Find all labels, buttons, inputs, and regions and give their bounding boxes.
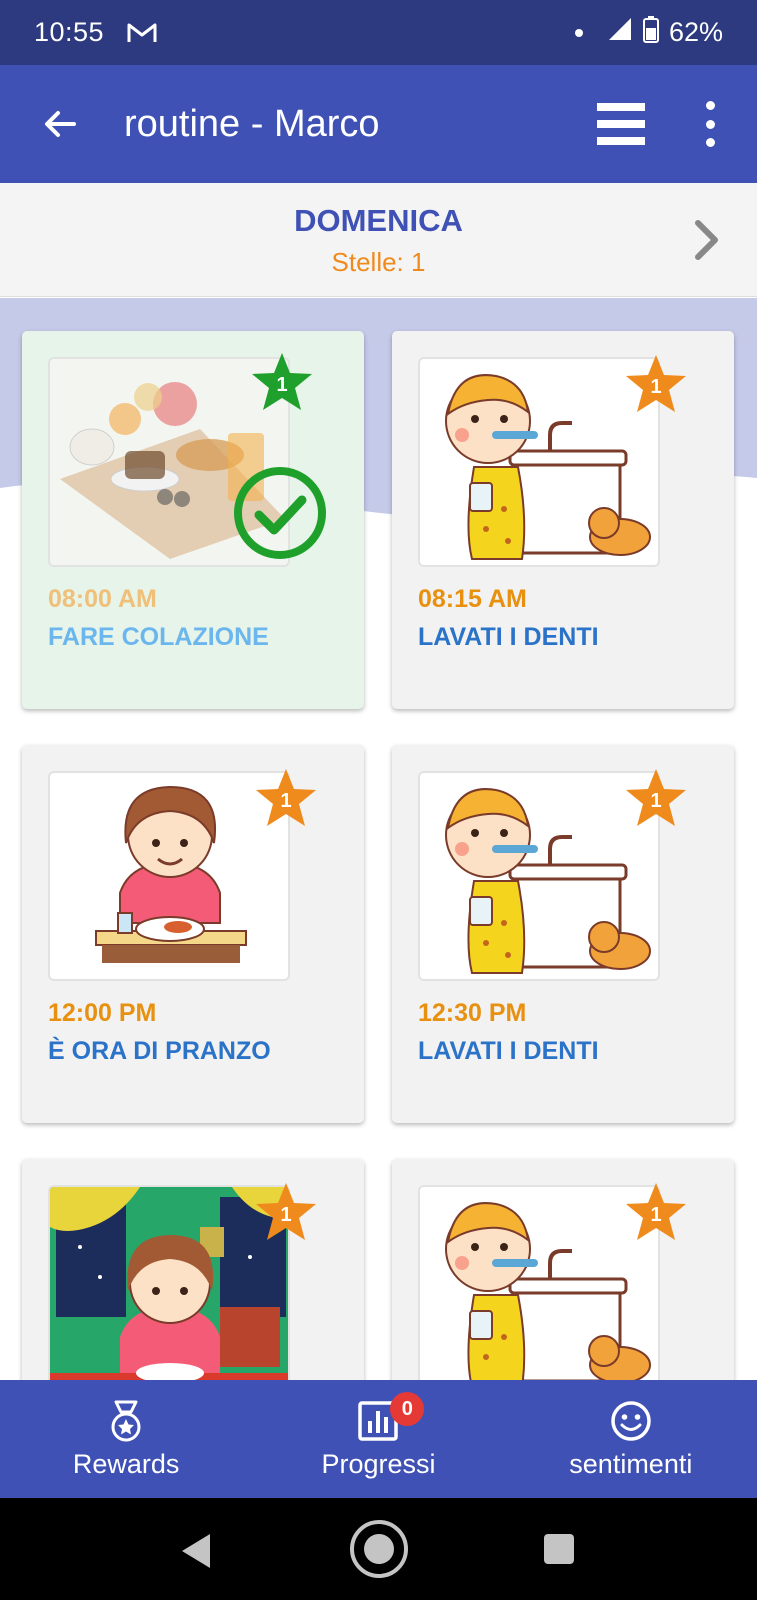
nav-label: sentimenti xyxy=(569,1448,693,1479)
svg-text:1: 1 xyxy=(650,1204,661,1226)
smiley-icon xyxy=(611,1400,651,1441)
task-grid: 1 08:00 AM FARE COLAZIONE 1 08:15 AM LAV… xyxy=(0,298,757,1380)
task-time: 12:30 PM xyxy=(418,999,527,1027)
home-circle-icon[interactable] xyxy=(348,1518,410,1580)
svg-text:1: 1 xyxy=(280,790,291,812)
battery-percent: 62% xyxy=(668,17,723,47)
notification-dot xyxy=(574,28,583,37)
nav-sentimenti[interactable]: sentimenti xyxy=(505,1380,757,1498)
svg-text:1: 1 xyxy=(650,376,661,398)
svg-text:1: 1 xyxy=(650,790,661,812)
app-bar: routine - Marco xyxy=(0,65,757,183)
back-arrow-icon xyxy=(45,111,76,137)
recents-square-icon[interactable] xyxy=(542,1532,576,1566)
medal-icon xyxy=(111,1400,141,1441)
task-time: 08:15 AM xyxy=(418,585,527,613)
bottom-nav: Rewards 0 Progressi sentimenti xyxy=(0,1380,757,1498)
nav-rewards[interactable]: Rewards xyxy=(0,1380,252,1498)
chevron-right-icon xyxy=(695,220,718,260)
svg-text:1: 1 xyxy=(276,374,287,396)
star-icon: 1 xyxy=(256,1183,316,1240)
signal-icon xyxy=(607,16,633,49)
back-button[interactable] xyxy=(32,96,88,152)
menu-button[interactable] xyxy=(592,97,650,151)
nav-progressi[interactable]: 0 Progressi xyxy=(252,1380,504,1498)
star-icon: 1 xyxy=(256,769,316,826)
notification-badge: 0 xyxy=(390,1392,425,1426)
task-card[interactable]: 1 xyxy=(22,1159,364,1380)
star-icon: 1 xyxy=(626,769,686,826)
task-label: LAVATI I DENTI xyxy=(418,1037,599,1065)
status-time: 10:55 xyxy=(34,17,105,47)
status-bar: 10:55 62% xyxy=(0,0,757,65)
nav-label: Rewards xyxy=(72,1448,180,1479)
back-triangle-icon[interactable] xyxy=(178,1532,214,1570)
more-vert-icon[interactable] xyxy=(692,101,728,147)
menu-icon xyxy=(597,103,645,145)
task-label: FARE COLAZIONE xyxy=(48,623,269,651)
star-icon: 1 xyxy=(252,353,312,410)
task-card[interactable]: 1 xyxy=(392,1159,734,1380)
task-time: 08:00 AM xyxy=(48,585,157,613)
task-card[interactable]: 1 08:00 AM FARE COLAZIONE xyxy=(22,331,364,709)
battery-icon xyxy=(642,15,659,50)
task-label: LAVATI I DENTI xyxy=(418,623,599,651)
star-icon: 1 xyxy=(626,1183,686,1240)
next-day-button[interactable] xyxy=(683,213,733,267)
task-label: È ORA DI PRANZO xyxy=(48,1037,271,1065)
day-name: DOMENICA xyxy=(294,203,463,238)
page-title: routine - Marco xyxy=(124,102,380,145)
task-time: 12:00 PM xyxy=(48,999,157,1027)
task-card[interactable]: 1 12:30 PM LAVATI I DENTI xyxy=(392,745,734,1123)
day-header: DOMENICA Stelle: 1 xyxy=(0,183,757,297)
checkmark-icon xyxy=(234,467,326,559)
system-nav-bar xyxy=(0,1498,757,1600)
gmail-icon xyxy=(126,21,158,45)
nav-label: Progressi xyxy=(321,1448,436,1479)
task-card[interactable]: 1 08:15 AM LAVATI I DENTI xyxy=(392,331,734,709)
stars-count: Stelle: 1 xyxy=(331,247,426,277)
task-card[interactable]: 1 12:00 PM È ORA DI PRANZO xyxy=(22,745,364,1123)
svg-text:1: 1 xyxy=(280,1204,291,1226)
star-icon: 1 xyxy=(626,355,686,412)
